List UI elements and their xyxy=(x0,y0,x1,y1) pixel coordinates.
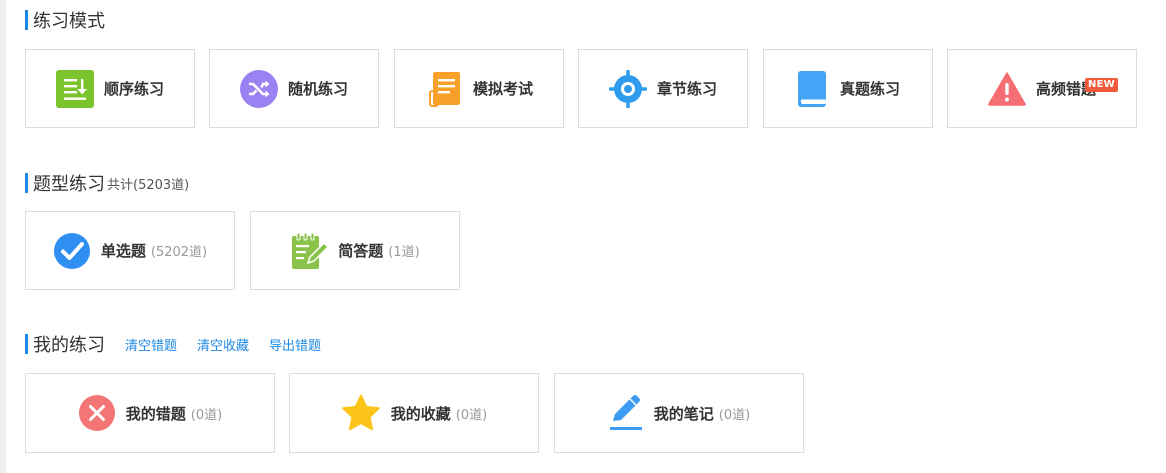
star-icon xyxy=(341,394,381,432)
warning-icon xyxy=(988,71,1026,106)
practice-modes-title: 练习模式 xyxy=(25,10,105,32)
question-types-title-text: 题型练习 xyxy=(33,174,105,195)
chapter-practice-button[interactable]: 章节练习 xyxy=(578,49,748,128)
short-answer-label: 简答题 xyxy=(338,242,384,260)
notepad-pen-icon xyxy=(290,232,329,270)
question-types-title: 题型练习 共计(5203道) xyxy=(25,173,190,195)
left-edge-strip xyxy=(0,0,6,473)
list-download-icon xyxy=(55,69,94,108)
my-practice-title: 我的练习 清空错题 清空收藏 导出错题 xyxy=(25,334,321,356)
my-notes-label: 我的笔记 xyxy=(653,404,714,423)
clear-favorites-link[interactable]: 清空收藏 xyxy=(197,335,249,354)
book-icon xyxy=(796,70,830,108)
pen-icon xyxy=(608,394,644,432)
exam-paper-icon xyxy=(425,70,463,108)
practice-modes-title-text: 练习模式 xyxy=(33,11,105,32)
my-favorites-label: 我的收藏 xyxy=(390,404,451,423)
chapter-practice-label: 章节练习 xyxy=(656,80,717,98)
past-exam-practice-button[interactable]: 真题练习 xyxy=(763,49,933,128)
mock-exam-label: 模拟考试 xyxy=(472,80,533,98)
check-circle-icon xyxy=(53,232,91,270)
random-practice-button[interactable]: 随机练习 xyxy=(209,49,379,128)
clear-mistakes-link[interactable]: 清空错题 xyxy=(125,335,177,354)
single-choice-label: 单选题 xyxy=(100,242,146,260)
my-favorites-button[interactable]: 我的收藏 (0道) xyxy=(289,373,539,453)
target-icon xyxy=(608,69,647,108)
short-answer-count: (1道) xyxy=(388,245,420,260)
sequential-practice-label: 顺序练习 xyxy=(103,80,164,98)
my-practice-title-text: 我的练习 xyxy=(33,335,105,356)
close-circle-icon xyxy=(78,394,116,432)
mock-exam-button[interactable]: 模拟考试 xyxy=(394,49,564,128)
export-mistakes-link[interactable]: 导出错题 xyxy=(269,335,321,354)
frequent-mistakes-button[interactable]: 高频错题 NEW xyxy=(947,49,1137,128)
single-choice-count: (5202道) xyxy=(150,245,208,260)
my-mistakes-label: 我的错题 xyxy=(125,404,186,423)
short-answer-button[interactable]: 简答题 (1道) xyxy=(250,211,460,290)
single-choice-button[interactable]: 单选题 (5202道) xyxy=(25,211,235,290)
my-mistakes-count: (0道) xyxy=(190,407,223,423)
sequential-practice-button[interactable]: 顺序练习 xyxy=(25,49,195,128)
question-types-total: 共计(5203道) xyxy=(107,177,190,193)
new-badge: NEW xyxy=(1085,78,1118,92)
my-notes-count: (0道) xyxy=(718,407,751,423)
my-mistakes-button[interactable]: 我的错题 (0道) xyxy=(25,373,275,453)
my-notes-button[interactable]: 我的笔记 (0道) xyxy=(554,373,804,453)
my-favorites-count: (0道) xyxy=(455,407,488,423)
past-exam-practice-label: 真题练习 xyxy=(839,80,900,98)
random-practice-label: 随机练习 xyxy=(287,80,348,98)
shuffle-icon xyxy=(239,69,278,108)
